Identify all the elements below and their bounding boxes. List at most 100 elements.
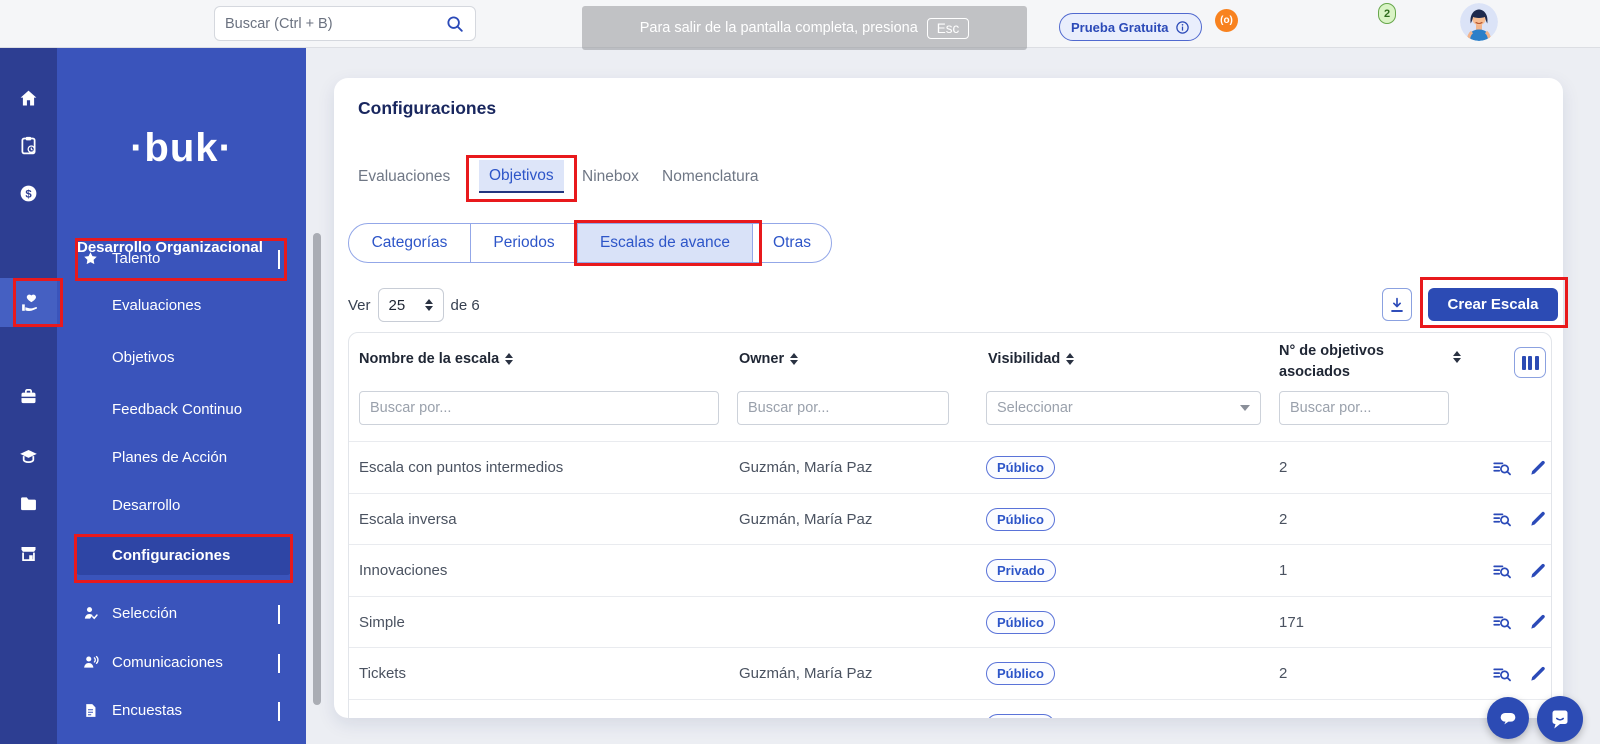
column-header-owner[interactable]: Owner [739, 351, 798, 367]
chevron-left-icon [278, 605, 280, 622]
top-bar: Para salir de la pantalla completa, pres… [0, 0, 1600, 48]
select-arrows-icon [425, 299, 433, 311]
rail-training-icon[interactable] [0, 434, 57, 478]
filter-owner-input[interactable] [737, 391, 949, 425]
filter-count-input[interactable] [1279, 391, 1449, 425]
table-row[interactable]: Escala con puntos intermedios Guzmán, Ma… [349, 441, 1551, 493]
column-header-visibility[interactable]: Visibilidad [988, 351, 1074, 367]
visibility-badge: Público [986, 662, 1055, 685]
search-icon[interactable] [445, 14, 465, 34]
sort-icon[interactable] [1066, 353, 1074, 365]
messenger-chat-button[interactable] [1537, 696, 1583, 742]
view-details-icon[interactable] [1489, 455, 1515, 481]
sidebar-item-encuestas[interactable]: Encuestas [57, 688, 306, 732]
rail-marketplace-icon[interactable] [0, 531, 57, 575]
subtab-categorias[interactable]: Categorías [349, 224, 471, 262]
speech-bubble-icon [1497, 707, 1519, 729]
subtab-otras[interactable]: Otras [753, 224, 831, 262]
rail-benefits-icon[interactable] [0, 374, 57, 418]
cell-visibility: Público [986, 442, 1055, 494]
table-row-partial[interactable]: Público [349, 699, 1551, 719]
sidebar-nav: ·buk· Desarrollo Organizacional Talento … [57, 48, 306, 744]
view-details-icon[interactable] [1489, 558, 1515, 584]
cell-visibility: Público [986, 700, 1055, 719]
download-button[interactable] [1382, 288, 1412, 321]
cell-actions [1489, 442, 1551, 494]
user-avatar[interactable] [1460, 3, 1498, 41]
subtab-escalas-de-avance[interactable]: Escalas de avance [578, 224, 753, 262]
edit-pencil-icon[interactable] [1525, 609, 1551, 635]
sort-icon[interactable] [790, 353, 798, 365]
cell-count: 2 [1279, 648, 1287, 700]
feedback-chat-button[interactable] [1487, 697, 1529, 739]
subtab-periodos[interactable]: Periodos [471, 224, 578, 262]
rail-documents-icon[interactable] [0, 481, 57, 525]
create-scale-button[interactable]: Crear Escala [1428, 288, 1558, 321]
notification-count: 2 [1384, 8, 1390, 20]
visibility-badge: Público [986, 714, 1055, 718]
view-details-icon[interactable] [1489, 609, 1515, 635]
sidebar-item-desarrollo[interactable]: Desarrollo [112, 497, 180, 514]
view-details-icon[interactable] [1489, 506, 1515, 532]
sidebar-item-objetivos[interactable]: Objetivos [112, 349, 175, 366]
cell-owner: Guzmán, María Paz [739, 494, 872, 546]
edit-pencil-icon[interactable] [1525, 558, 1551, 584]
assistant-icon[interactable]: (o) [1215, 9, 1238, 32]
trial-badge[interactable]: Prueba Gratuita [1059, 13, 1202, 41]
edit-pencil-icon[interactable] [1525, 661, 1551, 687]
cell-actions [1489, 597, 1551, 649]
sort-icon[interactable] [505, 353, 513, 365]
cell-name: Escala con puntos intermedios [359, 442, 563, 494]
sidebar-item-comunicaciones[interactable]: Comunicaciones [57, 640, 306, 684]
column-header-count-sort[interactable] [1447, 351, 1461, 363]
star-icon [82, 250, 104, 267]
buk-logo: ·buk· [57, 126, 306, 171]
sidebar-item-label: Comunicaciones [112, 654, 223, 671]
esc-key-label: Esc [927, 18, 970, 39]
table-row[interactable]: Escala inversa Guzmán, María Paz Público… [349, 493, 1551, 545]
sidebar-item-label: Encuestas [112, 702, 182, 719]
cell-count: 2 [1279, 494, 1287, 546]
tab-ninebox[interactable]: Ninebox [582, 160, 639, 193]
sidebar-item-evaluaciones[interactable]: Evaluaciones [112, 297, 201, 314]
search-input[interactable] [225, 16, 445, 32]
edit-pencil-icon[interactable] [1525, 455, 1551, 481]
rail-home-icon[interactable] [0, 76, 57, 120]
sidebar-item-planes-de-accion[interactable]: Planes de Acción [112, 449, 227, 466]
cell-count: 1 [1279, 545, 1287, 597]
rail-talent-icon[interactable] [0, 278, 57, 327]
person-check-icon [82, 604, 104, 622]
sort-icon[interactable] [1453, 351, 1461, 363]
column-header-count[interactable]: N° de objetivos asociados [1279, 341, 1384, 383]
rail-tasks-icon[interactable] [0, 123, 57, 167]
svg-text:$: $ [25, 188, 32, 200]
column-settings-button[interactable] [1514, 347, 1546, 378]
sidebar-item-talento[interactable]: Talento [57, 236, 306, 280]
sidebar-item-seleccion[interactable]: Selección [57, 591, 306, 635]
sidebar-item-feedback-continuo[interactable]: Feedback Continuo [112, 401, 242, 418]
tab-nomenclatura[interactable]: Nomenclatura [662, 160, 759, 193]
chevron-left-icon [278, 702, 280, 719]
filter-visibility-select[interactable]: Seleccionar [986, 391, 1261, 425]
subtab-group: Categorías Periodos Escalas de avance Ot… [348, 223, 832, 263]
column-header-name[interactable]: Nombre de la escala [359, 351, 513, 367]
rail-payroll-icon[interactable]: $ [0, 171, 57, 215]
view-details-icon[interactable] [1489, 661, 1515, 687]
main-content-card: Configuraciones Evaluaciones Objetivos N… [334, 78, 1563, 718]
cell-owner: Guzmán, María Paz [739, 648, 872, 700]
page-size-select[interactable]: 25 [378, 288, 444, 322]
table-row[interactable]: Tickets Guzmán, María Paz Público 2 [349, 647, 1551, 699]
tab-objetivos[interactable]: Objetivos [479, 160, 564, 193]
sidebar-item-configuraciones[interactable]: Configuraciones [76, 536, 291, 575]
info-icon [1175, 20, 1190, 35]
notification-badge[interactable]: 2 [1378, 3, 1396, 24]
edit-pencil-icon[interactable] [1525, 506, 1551, 532]
table-row[interactable]: Simple Público 171 [349, 596, 1551, 648]
filter-name-input[interactable] [359, 391, 719, 425]
sidebar-scrollbar[interactable] [313, 233, 321, 705]
tab-evaluaciones[interactable]: Evaluaciones [358, 160, 450, 193]
global-search[interactable] [214, 6, 476, 41]
cell-actions [1489, 494, 1551, 546]
fullscreen-exit-message: Para salir de la pantalla completa, pres… [640, 20, 918, 36]
table-row[interactable]: Innovaciones Privado 1 [349, 544, 1551, 596]
